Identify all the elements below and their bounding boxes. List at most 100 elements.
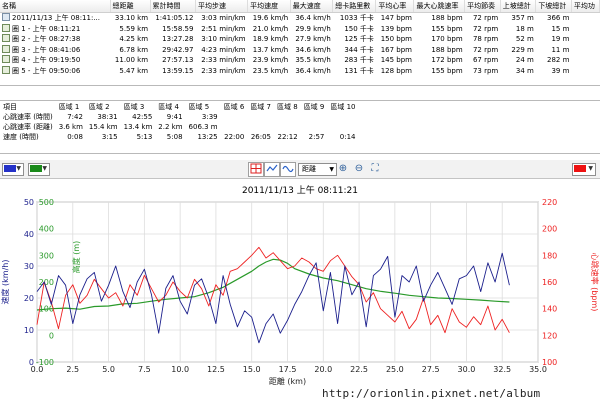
lap-cell: 36.4 km/h bbox=[290, 66, 333, 77]
chevron-down-icon: ▼ bbox=[588, 165, 593, 172]
activity-chart[interactable]: 2011/11/13 上午 08:11:210.0 2.5 5.0 7.5 10.0 12… bbox=[0, 180, 600, 405]
lap-cell-text: 72 rpm bbox=[472, 14, 499, 23]
lap-cell-text: 3:03 min/km bbox=[201, 14, 246, 23]
lap-cell: 4.25 km bbox=[110, 34, 150, 45]
lap-cell: 19.6 km/h bbox=[248, 13, 291, 24]
zone-cell: 5:08 bbox=[166, 133, 183, 141]
lap-column-header[interactable]: 平均功 bbox=[571, 0, 600, 13]
lap-cell: 67 rpm bbox=[465, 55, 501, 66]
y-axis-label-altitude: 高度 (m) bbox=[71, 241, 81, 274]
lap-row[interactable]: 圈 5 - 上午 09:50:06 5.47 km 13:59.15 2:33 min… bbox=[0, 65, 600, 77]
lap-cell: 35.5 km/h bbox=[290, 55, 333, 66]
lap-row[interactable]: 圈 4 - 上午 09:19:50 11.00 km 27:57.13 2:33 mi… bbox=[0, 55, 600, 66]
lap-column-header[interactable]: 累計時間 bbox=[150, 0, 196, 13]
y-axis-label-heart-rate: 心跳速率 (bpm) bbox=[590, 253, 600, 312]
lap-cell-text: 145 bpm bbox=[380, 56, 412, 65]
lap-row[interactable]: 圈 1 - 上午 08:11:21 5.59 km 15:58.59 2:51 min… bbox=[0, 23, 600, 35]
lap-column-header[interactable]: 上坡總計 bbox=[500, 0, 537, 13]
lap-cell-text: 366 m bbox=[546, 14, 570, 23]
chart-grid-toggle-button[interactable] bbox=[248, 162, 264, 177]
lap-cell: 27.9 km/h bbox=[290, 34, 333, 45]
y-tick-label: 20 bbox=[24, 294, 34, 303]
lap-cell: 188 bpm bbox=[414, 13, 465, 24]
zone-table-header: 項目 區域 1 區域 2 區域 3 區域 4 區域 5 區域 6 區域 7 區域 8 區域 9 區域… bbox=[0, 101, 359, 112]
zone-column-header[interactable]: 區域 3 bbox=[121, 101, 156, 112]
y-tick-label: 100 bbox=[542, 358, 557, 367]
lap-cell: 3:10 min/km bbox=[195, 34, 247, 45]
lap-cell: 282 m bbox=[536, 55, 572, 66]
zone-cell: 0:08 bbox=[67, 133, 83, 141]
x-axis-mode-select[interactable]: 距離 ▼ bbox=[298, 163, 337, 176]
lap-cell-text: 34 m bbox=[515, 66, 534, 75]
lap-cell: 170 bpm bbox=[414, 34, 465, 45]
zone-cell: 速度 (時間) bbox=[3, 133, 39, 141]
zone-cell: 3:15 bbox=[101, 133, 118, 141]
lap-row[interactable]: 圈 2 - 上午 08:27:38 4.25 km 13:27.28 3:10 min… bbox=[0, 34, 600, 45]
lap-cell: 5.59 km bbox=[110, 24, 150, 35]
lap-cell: 72 rpm bbox=[465, 13, 501, 24]
lap-column-header[interactable]: 最大速度 bbox=[290, 0, 334, 13]
lap-cell-text: 23.5 km/h bbox=[252, 66, 289, 75]
lap-cell: 6.78 km bbox=[110, 45, 150, 56]
lap-column-header[interactable]: 總卡路里數 bbox=[332, 0, 377, 13]
right-axis-color-picker[interactable]: ▼ bbox=[572, 163, 596, 176]
lap-cell: 21.0 km/h bbox=[248, 24, 291, 35]
lap-cell-text: 283 千卡 bbox=[344, 56, 374, 65]
x-axis-mode-value: 距離 bbox=[302, 165, 316, 173]
zone-cell: 9:41 bbox=[166, 113, 183, 121]
second-axis-color-picker[interactable]: ▼ bbox=[28, 163, 50, 176]
second-axis-color-swatch bbox=[30, 165, 42, 172]
lap-cell-text: 150 千卡 bbox=[344, 24, 374, 33]
zone-cell bbox=[274, 112, 301, 122]
y-tick-label: 0 bbox=[49, 331, 54, 340]
zone-column-header[interactable]: 區域 5 bbox=[186, 101, 221, 112]
lap-cell-text: 11 m bbox=[551, 45, 570, 54]
chart-style-button[interactable] bbox=[264, 162, 280, 177]
lap-cell-text: 6.78 km bbox=[119, 45, 149, 54]
zone-cell bbox=[221, 112, 248, 122]
zone-cell: 22:00 bbox=[224, 133, 245, 141]
zone-column-header[interactable]: 區域 10 bbox=[327, 101, 358, 112]
lap-column-header[interactable]: 平均步速 bbox=[195, 0, 249, 13]
zoom-in-icon[interactable]: ⊕ bbox=[336, 162, 350, 176]
zone-column-header[interactable]: 區域 6 bbox=[221, 101, 248, 112]
zone-column-header[interactable]: 區域 4 bbox=[155, 101, 185, 112]
lap-cell-text: 27.9 km/h bbox=[295, 35, 331, 44]
zone-column-header[interactable]: 區域 8 bbox=[274, 101, 301, 112]
chart-smoothing-button[interactable] bbox=[280, 162, 296, 177]
lap-cell: 1033 千卡 bbox=[333, 13, 376, 24]
lap-cell-text: 19.6 km/h bbox=[252, 14, 289, 23]
lap-column-header[interactable]: 名稱 bbox=[0, 0, 111, 13]
lap-row[interactable]: 圈 3 - 上午 08:41:06 6.78 km 29:42.97 4:23 min… bbox=[0, 44, 600, 56]
y-tick-label: 40 bbox=[24, 230, 34, 239]
lap-cell: 72 rpm bbox=[465, 24, 501, 35]
lap-cell: 344 千卡 bbox=[333, 45, 376, 56]
lap-column-header[interactable]: 下坡總計 bbox=[535, 0, 572, 13]
lap-cell-text: 36.4 km/h bbox=[295, 66, 331, 75]
left-axis-color-picker[interactable]: ▼ bbox=[2, 163, 24, 176]
lap-summary-panel: 名稱 總距離 累計時間 平均步速 平均速度 最大速度 總卡路里數 平均心率 最大心跳速率 平均節奏… bbox=[0, 0, 600, 86]
lap-row[interactable]: 2011/11/13 上午 08:11:... 33.10 km 1:41:05.1… bbox=[0, 13, 600, 24]
zone-column-header[interactable]: 區域 1 bbox=[56, 101, 86, 112]
lap-cell: 18.9 km/h bbox=[248, 34, 291, 45]
lap-column-header[interactable]: 最大心跳速率 bbox=[413, 0, 466, 13]
lap-cell: 27:57.13 bbox=[150, 55, 195, 66]
fit-to-window-icon[interactable]: ⛶ bbox=[368, 162, 382, 176]
zone-column-header[interactable]: 區域 2 bbox=[86, 101, 121, 112]
lap-cell-text: 188 bpm bbox=[431, 14, 463, 23]
zoom-out-icon[interactable]: ⊖ bbox=[352, 162, 366, 176]
zone-column-header[interactable]: 項目 bbox=[0, 101, 56, 112]
lap-column-header[interactable]: 平均速度 bbox=[247, 0, 291, 13]
lap-cell: 15 m bbox=[536, 24, 572, 35]
zone-column-header[interactable]: 區域 7 bbox=[247, 101, 274, 112]
lap-cell-text: 282 m bbox=[546, 56, 570, 65]
lap-column-header[interactable]: 平均心率 bbox=[375, 0, 415, 13]
x-axis-label: 距離 (km) bbox=[269, 376, 306, 386]
lap-column-header[interactable]: 總距離 bbox=[110, 0, 151, 13]
zone-column-header[interactable]: 區域 9 bbox=[301, 101, 328, 112]
lap-cell bbox=[571, 13, 599, 24]
lap-column-header[interactable]: 平均節奏 bbox=[464, 0, 501, 13]
y-tick-label: 120 bbox=[542, 331, 557, 340]
lap-cell: 73 rpm bbox=[465, 66, 501, 77]
lap-cell-text: 34.6 km/h bbox=[295, 45, 331, 54]
